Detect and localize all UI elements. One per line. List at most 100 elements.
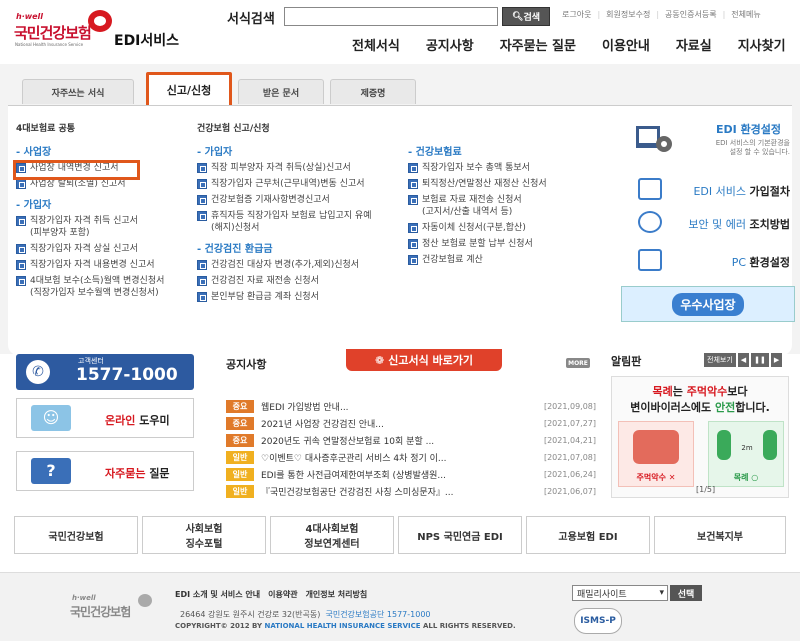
heart-logo-icon xyxy=(138,594,152,607)
form-shortcut-button[interactable]: ❁ 신고서식 바로가기 xyxy=(346,349,502,371)
service-name: EDI서비스 xyxy=(114,33,180,49)
faq-link[interactable]: ? 자주묻는 질문 xyxy=(16,451,194,491)
tab-frequent-forms[interactable]: 자주쓰는 서식 xyxy=(22,79,134,104)
family-site-select[interactable]: 패밀리사이트 ▾ xyxy=(572,585,668,601)
form-link[interactable]: 직장가입자 근무처(근무내역)변동 신고서 xyxy=(197,178,407,190)
section-heading: - 가입자 xyxy=(197,147,233,158)
question-icon: ? xyxy=(31,458,71,484)
tab-certificates[interactable]: 제증명 xyxy=(330,79,416,104)
top-links: 로그아웃 | 회원정보수정 | 공동인증서등록 | 전체메뉴 xyxy=(562,9,761,20)
alim-control-button[interactable]: 전체보기 xyxy=(704,353,736,367)
document-icon xyxy=(16,216,26,226)
right-menu-link[interactable]: PC 환경설정 xyxy=(732,254,790,270)
document-icon xyxy=(408,239,418,249)
partner-banner[interactable]: 고용보험 EDI xyxy=(526,516,650,554)
phone-icon: ✆ xyxy=(26,360,50,384)
notice-badge: 중요 xyxy=(226,433,254,447)
notice-date: [2021,07,27] xyxy=(543,418,596,428)
notice-more-button[interactable]: MORE xyxy=(566,358,590,368)
form-link[interactable]: 본인부담 환급금 계좌 신청서 xyxy=(197,291,407,303)
excellent-workplace-banner[interactable]: 우수사업장 xyxy=(621,286,795,322)
separator: | xyxy=(656,10,660,19)
search-button[interactable]: 🔍︎ 검색 xyxy=(502,7,550,26)
notice-text: ♡이벤트♡ 대사증후군관리 서비스 4차 정기 이... xyxy=(261,453,447,464)
notice-date: [2021,07,08] xyxy=(543,452,596,462)
family-site-button[interactable]: 선택 xyxy=(670,585,702,601)
form-link[interactable]: 직장 피부양자 자격 취득(상실)신고서 xyxy=(197,162,407,174)
customer-center[interactable]: ✆ 고객센터 1577-1000 xyxy=(16,354,194,390)
gnb-item[interactable]: 이용안내 xyxy=(602,35,650,54)
footer-link[interactable]: 개인정보 처리방침 xyxy=(306,589,368,600)
col3-list: - 건강보험료 직장가입자 보수 총액 통보서 퇴직정산/연말정산 재정산 신청서 보… xyxy=(408,143,588,270)
partner-banner[interactable]: 4대사회보험 정보연계센터 xyxy=(270,516,394,554)
alim-control-button[interactable]: ▶ xyxy=(770,353,783,367)
partner-banner[interactable]: 보건복지부 xyxy=(654,516,786,554)
notice-badge: 일반 xyxy=(226,484,254,498)
document-icon xyxy=(197,195,207,205)
logo-hwell: h·well xyxy=(16,12,44,21)
form-link[interactable]: 보험료 자료 재전송 신청서 (고지서/산출 내역서 등) xyxy=(408,194,588,218)
top-link[interactable]: 회원정보수정 xyxy=(606,9,650,20)
alim-board[interactable]: 목례는 주먹악수보다 변이바이러스에도 안전합니다. 주먹악수 ✕ 2m 목례 … xyxy=(611,376,789,498)
heart-logo-icon xyxy=(88,10,112,32)
person-icon: ☺ xyxy=(31,405,71,431)
alim-control-button[interactable]: ❚❚ xyxy=(751,353,769,367)
form-link[interactable]: 자동이체 신청서(구분,합산) xyxy=(408,222,588,234)
form-link[interactable]: 직장가입자 보수 총액 통보서 xyxy=(408,162,588,174)
notice-badge: 일반 xyxy=(226,450,254,464)
partner-banner[interactable]: NPS 국민연금 EDI xyxy=(398,516,522,554)
gnb-item[interactable]: 전체서식 xyxy=(352,35,400,54)
notice-text: 2021년 사업장 건강검진 안내... xyxy=(261,419,384,430)
partner-banner[interactable]: 국민건강보험 xyxy=(14,516,138,554)
right-menu-link[interactable]: EDI 서비스 가입절차 xyxy=(693,183,790,199)
gnb-item[interactable]: 자료실 xyxy=(676,35,712,54)
footer-links: EDI 소개 및 서비스 안내 이용약관 개인정보 처리방침 xyxy=(175,589,367,600)
env-settings-title[interactable]: EDI 환경설정 xyxy=(716,121,781,137)
form-link[interactable]: 휴직자등 직장가입자 보험료 납입고지 유예 (해지)신청서 xyxy=(197,210,407,234)
notice-row[interactable]: 중요 2020년도 귀속 연말정산보험료 10회 분할 ... [2021,04,2… xyxy=(226,432,596,448)
notice-row[interactable]: 일반 EDI를 통한 사전급여제한여부조회 (상병발생원... [2021,06,2… xyxy=(226,466,596,482)
form-link[interactable]: 4대보험 보수(소득)월액 변경신청서 (직장가입자 보수월액 변경신청서) xyxy=(16,275,196,299)
right-menu-link[interactable]: 보안 및 에러 조치방법 xyxy=(688,216,790,232)
top-link[interactable]: 전체메뉴 xyxy=(731,9,760,20)
separator: | xyxy=(722,10,726,19)
alim-title: 알림판 xyxy=(611,355,642,368)
form-link[interactable]: 건강보험료 계산 xyxy=(408,254,588,266)
form-link[interactable]: 건강검진 대상자 변경(추가,제외)신청서 xyxy=(197,259,407,271)
alim-pager: [1/5] xyxy=(696,485,716,494)
notice-row[interactable]: 일반 ♡이벤트♡ 대사증후군관리 서비스 4차 정기 이... [2021,07,0… xyxy=(226,449,596,465)
top-link[interactable]: 공동인증서등록 xyxy=(665,9,717,20)
separator: | xyxy=(597,10,601,19)
gnb-item[interactable]: 공지사항 xyxy=(426,35,474,54)
form-link[interactable]: 직장가입자 자격 내용변경 신고서 xyxy=(16,259,196,271)
form-link[interactable]: 건강검진 자료 재전송 신청서 xyxy=(197,275,407,287)
document-icon xyxy=(197,276,207,286)
form-link[interactable]: 정산 보험료 분할 납부 신청서 xyxy=(408,238,588,250)
gnb-item[interactable]: 지사찾기 xyxy=(738,35,786,54)
form-link[interactable]: 건강보험증 기재사항변경신고서 xyxy=(197,194,407,206)
notice-date: [2021,04,21] xyxy=(543,435,596,445)
form-link[interactable]: 직장가입자 자격 상실 신고서 xyxy=(16,243,196,255)
notice-badge: 중요 xyxy=(226,399,254,413)
chevron-down-icon: ▾ xyxy=(659,588,664,598)
online-helper-link[interactable]: ☺ 온라인 도우미 xyxy=(16,398,194,438)
section-heading: - 가입자 xyxy=(16,200,52,211)
footer-link[interactable]: EDI 소개 및 서비스 안내 xyxy=(175,589,260,600)
notice-row[interactable]: 일반 『국민건강보험공단 건강검진 사칭 스미싱문자』... [2021,06,07… xyxy=(226,483,596,499)
tab-report-apply[interactable]: 신고/신청 xyxy=(146,72,232,108)
footer-link[interactable]: 이용약관 xyxy=(268,589,297,600)
logo[interactable]: h·well 국민건강보험 National Health Insurance … xyxy=(12,10,182,60)
search-input[interactable] xyxy=(284,7,498,26)
top-link[interactable]: 로그아웃 xyxy=(562,9,591,20)
notice-row[interactable]: 중요 2021년 사업장 건강검진 안내... [2021,07,27] xyxy=(226,415,596,431)
alim-control-button[interactable]: ◀ xyxy=(737,353,750,367)
form-link[interactable]: 퇴직정산/연말정산 재정산 신청서 xyxy=(408,178,588,190)
notice-row[interactable]: 중요 웹EDI 가입방법 안내... [2021,09,08] xyxy=(226,398,596,414)
gnb-item[interactable]: 자주묻는 질문 xyxy=(500,35,576,54)
partner-banner[interactable]: 사회보험 징수포털 xyxy=(142,516,266,554)
form-link[interactable]: 직장가입자 자격 취득 신고서 (피부양자 포함) xyxy=(16,215,196,239)
notice-date: [2021,06,24] xyxy=(543,469,596,479)
isms-badge: ISMS-P xyxy=(574,608,622,634)
notice-text: 2020년도 귀속 연말정산보험료 10회 분할 ... xyxy=(261,436,435,447)
tab-received-docs[interactable]: 받은 문서 xyxy=(238,79,324,104)
